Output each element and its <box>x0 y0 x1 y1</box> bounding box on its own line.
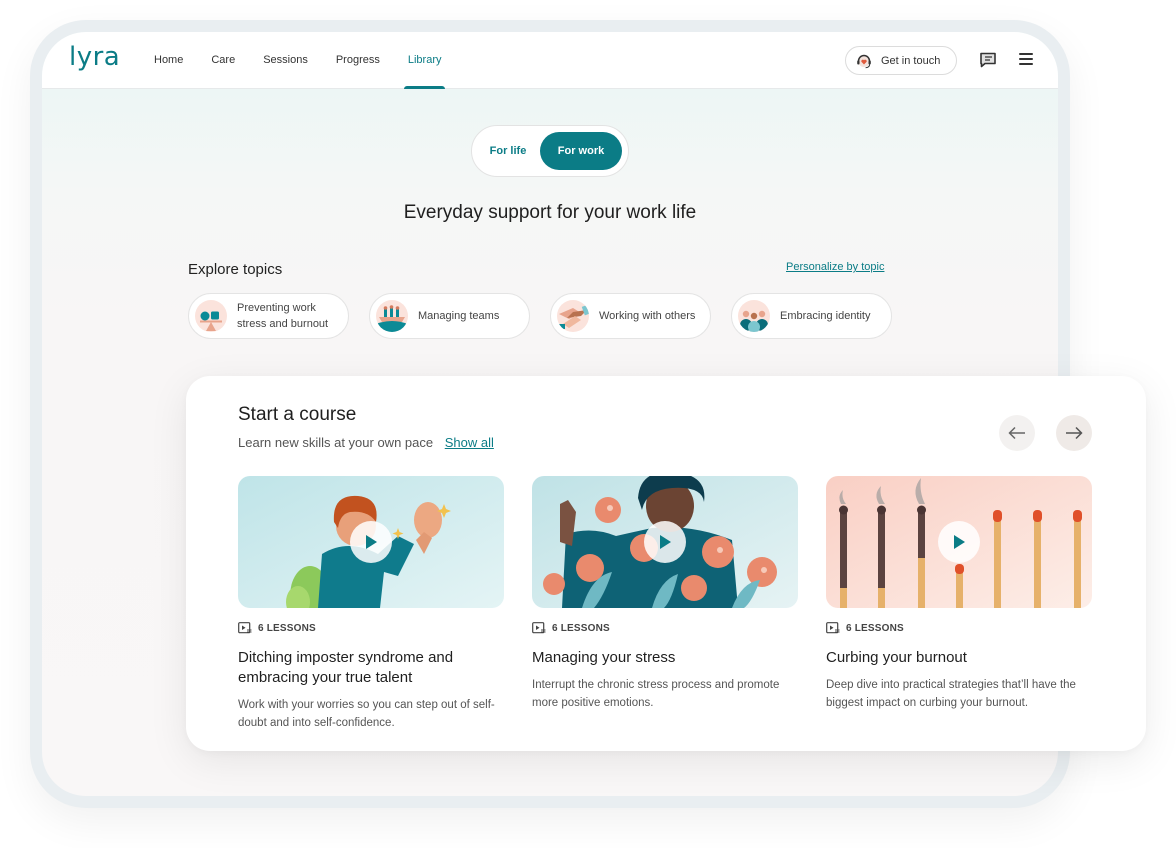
topic-chip-embracing-identity[interactable]: Embracing identity <box>731 293 892 339</box>
topic-label: Embracing identity <box>780 310 871 322</box>
course-thumbnail[interactable] <box>238 476 504 608</box>
toggle-for-life[interactable]: For life <box>478 132 538 170</box>
lesson-count-text: 6 LESSONS <box>258 622 316 634</box>
video-lessons-icon <box>826 622 840 634</box>
course-thumbnail[interactable] <box>532 476 798 608</box>
topic-label: Preventing work stress and burnout <box>237 302 329 330</box>
carousel-next-button[interactable] <box>1056 415 1092 451</box>
course-title[interactable]: Curbing your burnout <box>826 648 1092 668</box>
topic-label: Managing teams <box>418 310 500 322</box>
nav-care[interactable]: Care <box>211 32 235 89</box>
play-icon <box>366 535 377 549</box>
play-button[interactable] <box>644 521 686 563</box>
topic-list: Preventing work stress and burnout Manag… <box>188 293 912 339</box>
topic-label: Working with others <box>599 310 696 322</box>
lesson-count-text: 6 LESSONS <box>846 622 904 634</box>
hamburger-menu-icon[interactable] <box>1019 53 1033 65</box>
subtitle-text: Learn new skills at your own pace <box>238 435 434 450</box>
top-nav: lyra Home Care Sessions Progress Library… <box>42 32 1058 89</box>
nav-home[interactable]: Home <box>154 32 183 89</box>
course-description: Deep dive into practical strategies that… <box>826 679 1076 709</box>
nav-sessions[interactable]: Sessions <box>263 32 308 89</box>
show-all-link[interactable]: Show all <box>445 435 494 450</box>
lyra-logo[interactable]: lyra <box>69 42 120 72</box>
course-description: Work with your worries so you can step o… <box>238 699 495 729</box>
get-in-touch-label: Get in touch <box>881 54 941 67</box>
topic-chip-managing-teams[interactable]: Managing teams <box>369 293 530 339</box>
arrow-right-icon <box>1066 426 1083 440</box>
lesson-count: 6 LESSONS <box>238 622 504 634</box>
lesson-count-text: 6 LESSONS <box>552 622 610 634</box>
play-button[interactable] <box>938 521 980 563</box>
carousel-prev-button[interactable] <box>999 415 1035 451</box>
play-button[interactable] <box>350 521 392 563</box>
nav-links: Home Care Sessions Progress Library <box>154 32 469 89</box>
course-thumbnail[interactable] <box>826 476 1092 608</box>
balance-scale-icon <box>195 300 227 332</box>
play-icon <box>660 535 671 549</box>
topic-chip-burnout[interactable]: Preventing work stress and burnout <box>188 293 349 339</box>
chat-icon[interactable] <box>979 52 997 68</box>
play-icon <box>954 535 965 549</box>
life-work-toggle: For life For work <box>471 125 629 177</box>
video-lessons-icon <box>238 622 252 634</box>
team-boat-icon <box>376 300 408 332</box>
course-card[interactable]: 6 LESSONS Curbing your burnout Deep dive… <box>826 476 1092 732</box>
section-subtitle: Learn new skills at your own pace Show a… <box>238 435 494 450</box>
nav-library[interactable]: Library <box>403 32 446 89</box>
course-title[interactable]: Managing your stress <box>532 648 798 668</box>
page-title: Everyday support for your work life <box>403 202 697 223</box>
stacked-hands-icon <box>557 300 589 332</box>
course-card[interactable]: 6 LESSONS Ditching imposter syndrome and… <box>238 476 504 732</box>
nav-progress[interactable]: Progress <box>336 32 380 89</box>
personalize-by-topic-link[interactable]: Personalize by topic <box>786 261 884 273</box>
course-title[interactable]: Ditching imposter syndrome and embracing… <box>238 648 504 688</box>
course-card[interactable]: 6 LESSONS Managing your stress Interrupt… <box>532 476 798 732</box>
explore-topics-heading: Explore topics <box>188 261 283 278</box>
lesson-count: 6 LESSONS <box>826 622 1092 634</box>
headset-heart-icon <box>857 54 871 68</box>
lesson-count: 6 LESSONS <box>532 622 798 634</box>
course-description: Interrupt the chronic stress process and… <box>532 679 780 709</box>
course-list: 6 LESSONS Ditching imposter syndrome and… <box>238 476 1120 732</box>
start-a-course-panel: Start a course Learn new skills at your … <box>186 376 1146 751</box>
get-in-touch-button[interactable]: Get in touch <box>845 46 957 75</box>
arrow-left-icon <box>1008 426 1025 440</box>
topic-chip-working-with-others[interactable]: Working with others <box>550 293 711 339</box>
group-people-icon <box>738 300 770 332</box>
video-lessons-icon <box>532 622 546 634</box>
toggle-for-work[interactable]: For work <box>540 132 622 170</box>
section-title: Start a course <box>238 404 357 425</box>
